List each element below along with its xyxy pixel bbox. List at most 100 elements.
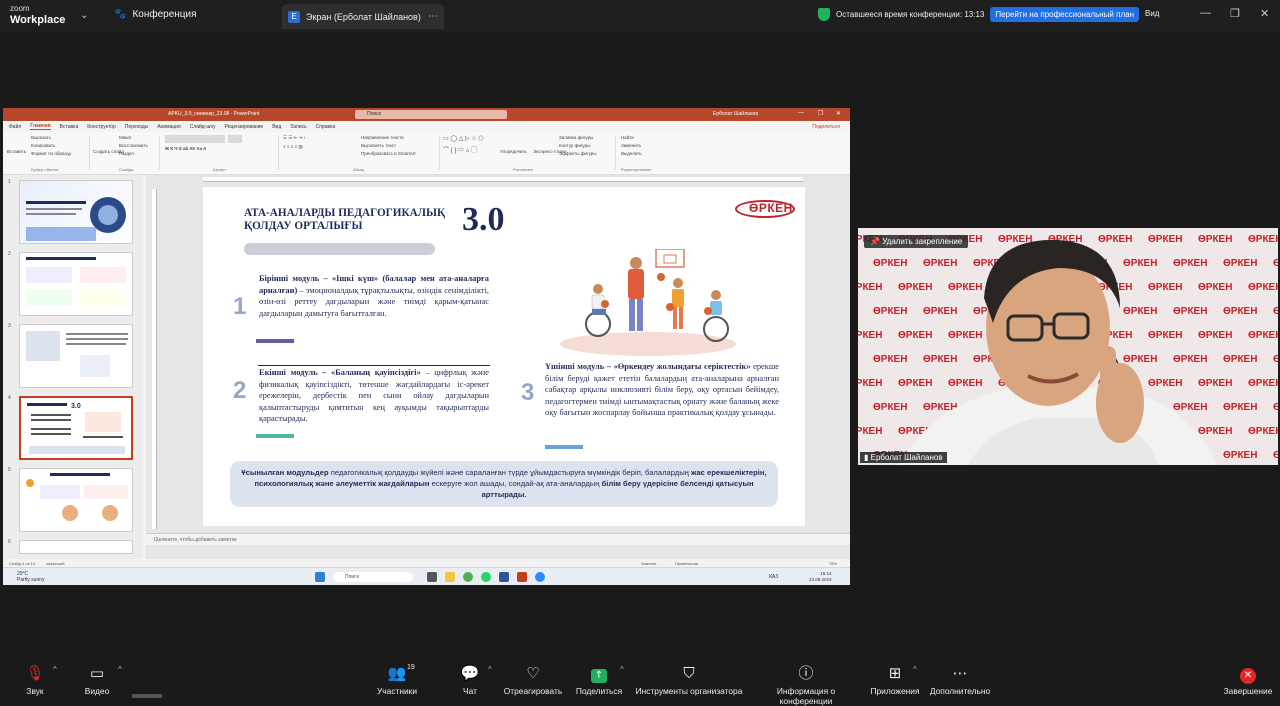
video-options-caret[interactable]: ^	[118, 665, 122, 674]
ppt-menu-item[interactable]: Анимация	[157, 124, 180, 130]
shape-effects-button[interactable]: Эффекты фигуры	[559, 151, 597, 156]
chat-options-caret[interactable]: ^	[488, 665, 492, 674]
ppt-menu-item[interactable]: Главная	[30, 123, 51, 130]
slide-thumbnail[interactable]	[19, 324, 133, 388]
close-icon[interactable]: ✕	[1260, 7, 1269, 20]
participants-button[interactable]: 👥 Участники	[370, 655, 424, 696]
react-label: Отреагировать	[503, 686, 563, 696]
font-box[interactable]	[165, 135, 245, 143]
shield-icon: ⛉	[683, 664, 695, 682]
ppt-menu-item[interactable]: Переходы	[125, 124, 148, 130]
restore-icon[interactable]: ❐	[1230, 7, 1240, 20]
share-screen-button[interactable]: ↑ Поделиться	[574, 655, 624, 696]
ppt-menu-item[interactable]: Файл	[9, 124, 21, 130]
conference-menu[interactable]: 🐾 Конференция	[114, 9, 197, 20]
select-button[interactable]: Выделить	[621, 151, 642, 156]
weather-widget[interactable]: 29°C Partly sunny	[17, 571, 45, 583]
shape-outline-button[interactable]: Контур фигуры	[559, 143, 597, 148]
windows-start-icon[interactable]	[315, 572, 325, 582]
notes-pane[interactable]: Щелкните, чтобы добавить заметки	[146, 533, 850, 545]
ppt-menu-item[interactable]: Рецензирование	[225, 124, 264, 130]
copy-button[interactable]: Копировать	[31, 143, 71, 148]
slide-thumbnail[interactable]	[19, 252, 133, 316]
meeting-info-button[interactable]: ⓘ Информация о конференции	[750, 655, 862, 706]
find-button[interactable]: Найти	[621, 135, 642, 140]
slide-thumbnail[interactable]	[19, 540, 133, 554]
ppt-menu-item[interactable]: Вставка	[60, 124, 79, 130]
task-view-icon[interactable]	[427, 572, 437, 582]
layout-button[interactable]: Макет	[119, 135, 148, 140]
ppt-menu-item[interactable]: Слайд-шоу	[190, 124, 216, 130]
smartart-button[interactable]: Преобразовать в SmartArt	[361, 151, 416, 156]
ppt-menu-item[interactable]: Запись	[290, 124, 306, 130]
format-painter-button[interactable]: Формат по образцу	[31, 151, 71, 156]
taskbar-clock[interactable]: 15:14 23.08.2023	[809, 571, 832, 583]
slide-thumbnail[interactable]	[19, 180, 133, 244]
paste-button[interactable]: Вставить	[7, 149, 26, 154]
more-icon[interactable]: ⋯	[428, 11, 438, 22]
taskbar-search[interactable]: Поиск	[333, 572, 413, 582]
share-options-caret[interactable]: ^	[620, 665, 624, 674]
slide-thumbnail[interactable]	[19, 468, 133, 532]
audio-button[interactable]: 🎙 Звук	[18, 655, 52, 696]
chrome-icon[interactable]	[463, 572, 473, 582]
notes-toggle[interactable]: Заметки	[641, 561, 656, 566]
replace-button[interactable]: Заменить	[621, 143, 642, 148]
text-direction-button[interactable]: Направление текста	[361, 135, 416, 140]
cut-button[interactable]: Вырезать	[31, 135, 71, 140]
section-button[interactable]: Раздел	[119, 151, 148, 156]
upgrade-button[interactable]: Перейти на профессиональный план	[990, 7, 1139, 22]
apps-options-caret[interactable]: ^	[913, 665, 917, 674]
react-button[interactable]: ♡ Отреагировать	[502, 655, 564, 696]
ppt-minimize-icon[interactable]: —	[798, 110, 804, 116]
arrange-button[interactable]: Упорядочить	[500, 149, 527, 154]
participant-name-tag: ▮ Ерболат Шайланов	[860, 452, 947, 463]
meeting-status: Оставшееся время конференции: 13:13 Пере…	[818, 7, 1139, 22]
powerpoint-icon[interactable]	[517, 572, 527, 582]
audio-label: Звук	[26, 686, 44, 696]
align-buttons[interactable]: ≡ ≡ ≡ ≡ ▥	[283, 144, 306, 150]
host-tools-button[interactable]: ⛉ Инструменты организатора	[634, 655, 744, 696]
minimize-icon[interactable]: —	[1200, 7, 1211, 19]
font-style-row[interactable]: Ж К Ч S ab AV Aa A	[165, 146, 245, 151]
speaker-video[interactable]: ӨРКЕНӨРКЕНӨРКЕНӨРКЕНӨРКЕНӨРКЕНӨРКЕНӨРКЕН…	[858, 228, 1278, 465]
chevron-down-icon[interactable]: ⌄	[80, 10, 88, 21]
more-button[interactable]: ⋯ Дополнительно	[928, 655, 992, 696]
align-text-button[interactable]: Выровнять текст	[361, 143, 416, 148]
drawing-group-label: Рисование	[513, 167, 534, 172]
file-explorer-icon[interactable]	[445, 572, 455, 582]
apps-button[interactable]: ⊞ Приложения	[868, 655, 922, 696]
unpin-button[interactable]: 📌 Удалить закрепление	[864, 235, 969, 248]
chat-button[interactable]: 💬 Чат	[456, 655, 484, 696]
tray-language[interactable]: КАЗ	[743, 574, 778, 580]
shapes-gallery[interactable]: ▭ ◯ △ ▷ ☆ ⬠	[443, 135, 484, 142]
video-button[interactable]: ▭ Видео	[80, 655, 114, 696]
slide-thumbnails-pane: 1 2 3 4 3.0 5 6	[3, 175, 143, 559]
slide-thumbnail-selected[interactable]: 3.0	[19, 396, 133, 460]
ppt-share-button[interactable]: Поделиться	[812, 124, 840, 130]
shapes-gallery-row2[interactable]: ⌒ { } ⇨ ⌂ ▢	[443, 145, 484, 154]
zoom-level[interactable]: 76%	[829, 561, 837, 566]
current-slide[interactable]: АТА-АНАЛАРДЫ ПЕДАГОГИКАЛЫҚ ҚОЛДАУ ОРТАЛЫ…	[203, 187, 805, 526]
ppt-menu-item[interactable]: Вид	[272, 124, 281, 130]
word-icon[interactable]	[499, 572, 509, 582]
ppt-search-box[interactable]: Поиск	[355, 110, 507, 119]
ppt-close-icon[interactable]: ✕	[836, 110, 841, 117]
comments-toggle[interactable]: Примечания	[675, 561, 698, 566]
shape-fill-button[interactable]: Заливка фигуры	[559, 135, 597, 140]
list-buttons[interactable]: ☰ ☰ ⇤ ⇥ ↕	[283, 135, 306, 141]
participants-label: Участники	[376, 686, 417, 696]
reset-button[interactable]: Восстановить	[119, 143, 148, 148]
screen-share-tab[interactable]: E Экран (Ерболат Шайланов) ⋯	[282, 4, 444, 29]
zoom-app-icon[interactable]	[535, 572, 545, 582]
whatsapp-icon[interactable]	[481, 572, 491, 582]
ppt-restore-icon[interactable]: ❐	[818, 110, 823, 117]
conference-label: Конференция	[132, 9, 197, 20]
end-meeting-button[interactable]: ✕ Завершение	[1222, 655, 1274, 696]
ppt-menu-item[interactable]: Справка	[316, 124, 336, 130]
view-menu[interactable]: Вид	[1145, 9, 1159, 18]
ppt-menu-item[interactable]: Конструктор	[87, 124, 116, 130]
module-2-accent-bar	[256, 434, 294, 438]
windows-taskbar: 29°C Partly sunny Поиск КАЗ 15:14 23.08.…	[3, 567, 850, 585]
audio-options-caret[interactable]: ^	[53, 665, 57, 674]
